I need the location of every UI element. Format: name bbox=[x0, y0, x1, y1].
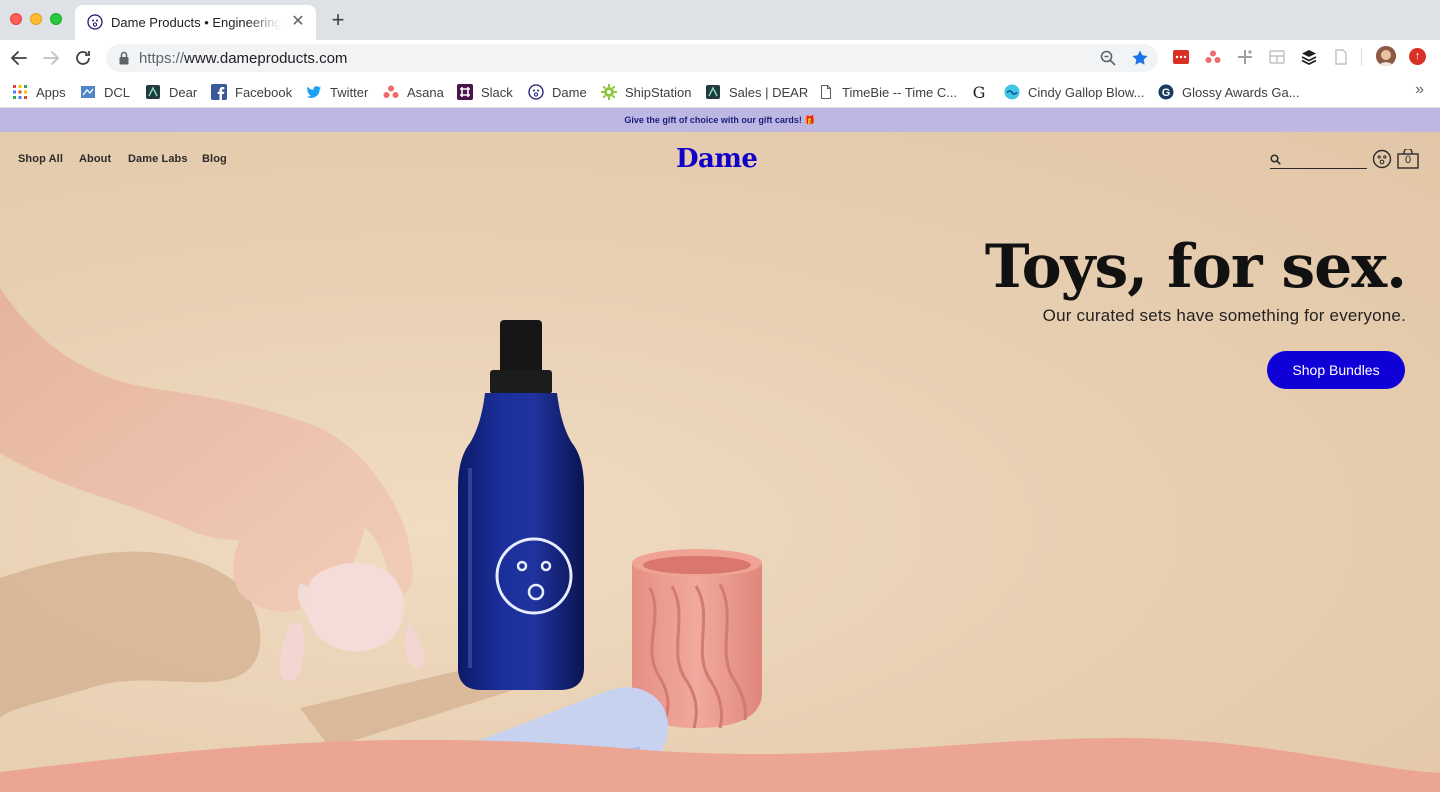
toolbar-separator bbox=[1361, 48, 1362, 66]
window-minimize-button[interactable] bbox=[30, 13, 42, 25]
coral-wave bbox=[0, 738, 1440, 792]
dear-icon bbox=[706, 85, 720, 99]
window-zoom-button[interactable] bbox=[50, 13, 62, 25]
page-extension-icon[interactable] bbox=[1332, 48, 1350, 66]
bookmark-label: DCL bbox=[104, 84, 131, 100]
svg-text:G: G bbox=[1162, 87, 1171, 99]
bookmark-star-icon[interactable] bbox=[1131, 49, 1149, 67]
address-bar[interactable]: https://www.dameproducts.com bbox=[106, 44, 1158, 72]
bookmark-label: TimeBie -- Time C... bbox=[842, 84, 958, 100]
bookmark-label: Cindy Gallop Blow... bbox=[1028, 84, 1145, 100]
dcl-icon bbox=[81, 86, 95, 98]
sparkle-extension-icon[interactable] bbox=[1236, 48, 1254, 66]
bookmark-glossy[interactable]: G Glossy Awards Ga... bbox=[1158, 82, 1300, 102]
svg-text:G: G bbox=[973, 84, 986, 100]
bookmark-label: Apps bbox=[36, 84, 66, 100]
bookmark-asana[interactable]: Asana bbox=[383, 82, 444, 102]
dear-icon bbox=[146, 85, 160, 99]
reload-icon[interactable] bbox=[72, 47, 94, 69]
cindy-icon bbox=[1004, 84, 1020, 100]
bookmark-label: Dear bbox=[169, 84, 198, 100]
tab-title: Dame Products • Engineering for bbox=[111, 15, 281, 30]
hand-shadow bbox=[0, 551, 261, 718]
back-arrow-icon[interactable] bbox=[8, 47, 30, 69]
tab-close-icon[interactable]: ✕ bbox=[290, 14, 306, 30]
bookmark-label: Facebook bbox=[235, 84, 293, 100]
profile-avatar[interactable] bbox=[1376, 46, 1396, 66]
bookmarks-bar: Apps DCL Dear Facebook Twitter Asana Sla… bbox=[0, 76, 1440, 108]
blue-bottle bbox=[458, 320, 584, 690]
twitter-icon bbox=[306, 86, 321, 98]
hero-product-image bbox=[0, 288, 1440, 792]
facebook-icon bbox=[211, 84, 227, 100]
profile-photo-icon bbox=[1376, 46, 1396, 66]
nav-about[interactable]: About bbox=[79, 153, 111, 165]
search-input[interactable] bbox=[1283, 152, 1367, 168]
bookmark-dcl[interactable]: DCL bbox=[80, 82, 130, 102]
bookmark-apps[interactable]: Apps bbox=[12, 82, 66, 102]
bookmark-sales-dear[interactable]: Sales | DEAR bbox=[705, 82, 808, 102]
bookmark-label: Glossy Awards Ga... bbox=[1182, 84, 1300, 100]
apps-grid-icon bbox=[13, 85, 27, 99]
nav-dame-labs[interactable]: Dame Labs bbox=[128, 153, 188, 165]
slack-icon bbox=[457, 84, 473, 100]
bookmark-shipstation[interactable]: ShipStation bbox=[601, 82, 692, 102]
nav-shop-all[interactable]: Shop All bbox=[18, 153, 63, 165]
url-host: www.dameproducts.com bbox=[184, 50, 348, 67]
account-face-icon[interactable] bbox=[1372, 149, 1392, 169]
zoom-magnifier-icon[interactable] bbox=[1099, 49, 1117, 67]
bookmark-google[interactable]: G bbox=[971, 82, 995, 102]
bookmark-dame[interactable]: Dame bbox=[528, 82, 587, 102]
bookmark-dear[interactable]: Dear bbox=[145, 82, 197, 102]
bookmark-facebook[interactable]: Facebook bbox=[211, 82, 292, 102]
extension-red-icon[interactable] bbox=[1172, 48, 1190, 66]
site-header: Shop All About Dame Labs Blog Dame 0 bbox=[0, 132, 1440, 188]
bookmark-cindy-gallop[interactable]: Cindy Gallop Blow... bbox=[1004, 82, 1144, 102]
hero-headline: Toys, for sex. bbox=[984, 232, 1407, 302]
nav-blog[interactable]: Blog bbox=[202, 153, 227, 165]
announcement-bar[interactable]: Give the gift of choice with our gift ca… bbox=[0, 108, 1440, 132]
announcement-text[interactable]: Give the gift of choice with our gift ca… bbox=[624, 115, 815, 125]
glossy-icon: G bbox=[1158, 84, 1174, 100]
bookmarks-overflow-button[interactable]: » bbox=[1415, 81, 1424, 99]
browser-tab-active[interactable]: Dame Products • Engineering for ✕ bbox=[75, 5, 316, 40]
shop-bundles-button[interactable]: Shop Bundles bbox=[1267, 351, 1405, 389]
url-text[interactable]: https://www.dameproducts.com bbox=[139, 50, 347, 67]
asana-icon bbox=[383, 85, 399, 98]
bookmark-label: Sales | DEAR bbox=[729, 84, 809, 100]
dame-logo[interactable]: Dame bbox=[676, 144, 758, 174]
bookmark-label: Slack bbox=[481, 84, 513, 100]
bookmark-label: Dame bbox=[552, 84, 587, 100]
asana-extension-icon[interactable] bbox=[1204, 48, 1222, 66]
bookmark-slack[interactable]: Slack bbox=[457, 82, 513, 102]
bookmark-label: ShipStation bbox=[625, 84, 692, 100]
dame-homepage: Give the gift of choice with our gift ca… bbox=[0, 108, 1440, 792]
forward-arrow-icon[interactable] bbox=[40, 47, 62, 69]
bookmark-timebie[interactable]: TimeBie -- Time C... bbox=[818, 82, 957, 102]
shipstation-icon bbox=[601, 84, 617, 100]
document-icon bbox=[820, 84, 832, 100]
google-icon: G bbox=[973, 84, 986, 100]
cart-button[interactable]: 0 bbox=[1397, 149, 1419, 169]
browser-tab-bar: Dame Products • Engineering for ✕ + bbox=[0, 0, 1440, 40]
new-tab-button[interactable]: + bbox=[328, 9, 348, 31]
lock-icon bbox=[119, 51, 129, 65]
browser-toolbar: https://www.dameproducts.com ↑ bbox=[0, 40, 1440, 76]
bookmark-label: Twitter bbox=[330, 84, 369, 100]
bookmark-twitter[interactable]: Twitter bbox=[306, 82, 368, 102]
cart-count: 0 bbox=[1404, 154, 1412, 166]
dame-icon bbox=[528, 84, 544, 100]
dame-favicon-icon bbox=[87, 14, 103, 30]
buffer-layers-icon[interactable] bbox=[1300, 48, 1318, 66]
hero-subhead: Our curated sets have something for ever… bbox=[1042, 306, 1406, 325]
layout-extension-icon[interactable] bbox=[1268, 48, 1286, 66]
site-search[interactable] bbox=[1270, 152, 1367, 169]
window-close-button[interactable] bbox=[10, 13, 22, 25]
update-arrow-icon[interactable]: ↑ bbox=[1409, 48, 1426, 65]
url-scheme: https:// bbox=[139, 50, 185, 67]
search-icon bbox=[1270, 154, 1281, 165]
bookmark-label: Asana bbox=[407, 84, 444, 100]
